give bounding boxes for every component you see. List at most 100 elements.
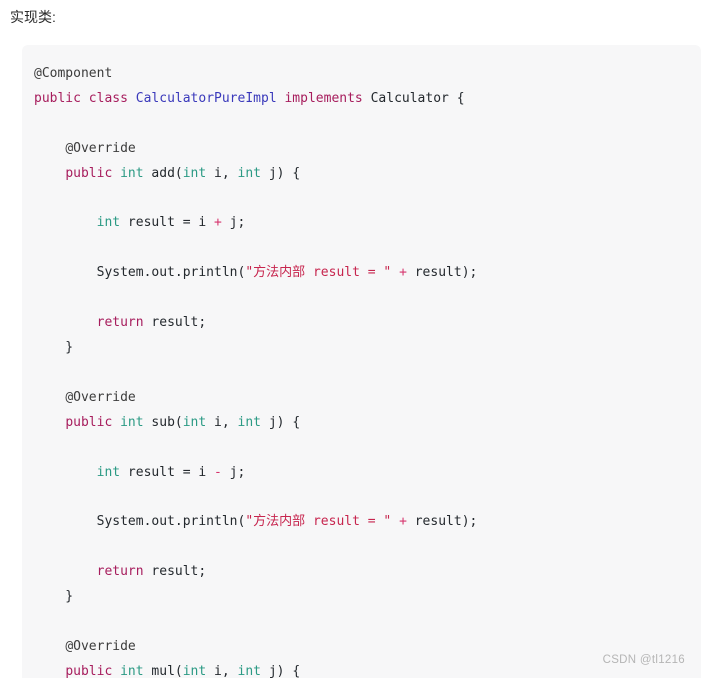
code-token-pln (34, 315, 97, 330)
code-token-type: int (237, 165, 262, 181)
code-token-pln: System.out.println( (34, 265, 246, 281)
code-token-punc: ( (174, 414, 183, 430)
code-token-str: "方法内部 result = " (245, 265, 392, 281)
code-token-type: int (120, 663, 144, 678)
code-line: @Override (34, 137, 701, 162)
code-token-type: int (182, 165, 207, 181)
code-block: @Component public class CalculatorPureIm… (22, 45, 701, 678)
code-line: public class CalculatorPureImpl implemen… (34, 87, 701, 112)
code-token-pln: j) { (261, 663, 301, 678)
code-token-pln: result); (406, 265, 478, 281)
code-token-ann: @Override (65, 140, 136, 156)
code-line: } (34, 336, 701, 361)
code-line: int result = i - j; (34, 461, 701, 486)
code-token-pln: i, (206, 165, 238, 181)
code-token-pln (34, 166, 65, 181)
code-token-pln: result = i (120, 464, 215, 480)
code-token-type: int (96, 215, 121, 231)
code-token-type: int (182, 663, 207, 678)
code-line: int result = i + j; (34, 211, 701, 236)
code-token-kw: return (96, 315, 144, 331)
code-token-ann: @Override (65, 638, 136, 654)
code-token-type: int (120, 165, 144, 181)
code-token-pln (34, 390, 65, 405)
code-line: System.out.println("方法内部 result = " + re… (34, 261, 701, 286)
code-token-op: + (399, 265, 407, 281)
code-line: System.out.println("方法内部 result = " + re… (34, 510, 701, 535)
code-token-pln: mul (151, 663, 175, 678)
code-line: } (34, 585, 701, 610)
code-token-pln (391, 514, 399, 529)
code-token-punc: ( (174, 165, 183, 181)
code-line: public int add(int i, int j) { (34, 162, 701, 187)
code-token-punc: { (448, 90, 465, 106)
code-token-punc: } (34, 339, 74, 355)
code-token-kw: class (88, 90, 128, 106)
code-token-pln (34, 215, 97, 230)
code-token-kw: public (65, 414, 113, 430)
code-token-type: int (120, 414, 144, 430)
code-token-pln (34, 465, 97, 480)
code-token-pln (34, 664, 65, 678)
code-line: return result; (34, 311, 701, 336)
code-token-pln: add (151, 165, 175, 181)
code-token-pln: j; (221, 215, 246, 231)
code-token-punc: } (34, 589, 74, 605)
code-token-type: int (237, 414, 262, 430)
code-line: @Override (34, 635, 701, 660)
code-token-pln (112, 166, 120, 181)
code-token-pln: i, (206, 414, 238, 430)
code-token-pln: result; (143, 564, 207, 580)
code-token-kw: return (96, 564, 144, 580)
code-token-pln: j) { (261, 414, 301, 430)
code-token-pln: j; (221, 464, 246, 480)
code-line: return result; (34, 560, 701, 585)
code-token-pln (128, 91, 136, 106)
code-token-pln: sub (151, 414, 175, 430)
code-token-pln (34, 141, 65, 156)
code-token-pln (81, 91, 89, 106)
code-token-type: int (182, 414, 207, 430)
code-content[interactable]: @Component public class CalculatorPureIm… (22, 45, 701, 678)
code-token-punc: ( (174, 663, 183, 678)
code-token-op: - (214, 464, 222, 480)
code-token-pln: result); (406, 514, 478, 530)
code-token-pln (363, 91, 371, 106)
code-token-pln: Calculator (370, 90, 449, 106)
code-line: @Override (34, 386, 701, 411)
code-token-pln: result; (143, 315, 207, 331)
code-token-pln (112, 415, 120, 430)
code-token-pln (391, 265, 399, 280)
code-token-pln: i, (206, 663, 238, 678)
code-token-kw: public (65, 663, 113, 678)
code-token-kw: implements (284, 90, 363, 106)
code-token-pln (34, 639, 65, 654)
code-token-pln: System.out.println( (34, 514, 246, 530)
code-token-type: int (96, 464, 121, 480)
code-line: public int mul(int i, int j) { (34, 660, 701, 678)
code-token-pln (112, 664, 120, 678)
code-token-ann: @Override (65, 389, 136, 405)
code-token-type: int (237, 663, 262, 678)
code-token-pln (34, 564, 97, 579)
code-token-op: + (399, 514, 407, 530)
code-token-op: + (214, 215, 222, 231)
code-token-ann: @Component (34, 66, 113, 81)
code-token-pln: result = i (120, 215, 215, 231)
code-token-str: "方法内部 result = " (245, 514, 392, 530)
code-token-cls: CalculatorPureImpl (135, 90, 277, 106)
code-token-kw: public (34, 90, 81, 106)
code-token-kw: public (65, 165, 113, 181)
page-title: 实现类: (10, 9, 56, 25)
code-line: @Component (34, 62, 701, 87)
code-line: public int sub(int i, int j) { (34, 411, 701, 436)
code-token-pln (34, 415, 65, 430)
